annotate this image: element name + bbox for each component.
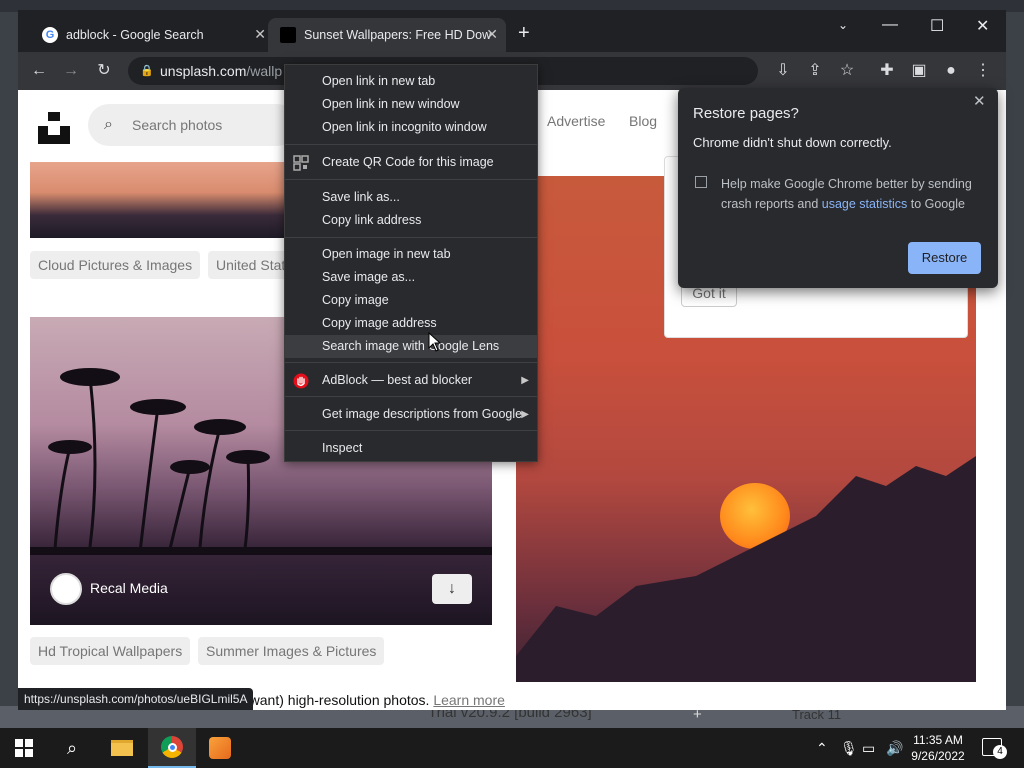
menu-copy-link-address[interactable]: Copy link address	[285, 209, 537, 232]
menu-open-link-new-window[interactable]: Open link in new window	[285, 93, 537, 116]
back-arrow-icon[interactable]: ←	[28, 60, 50, 82]
notification-center-icon[interactable]: 4	[982, 738, 1007, 759]
tab-strip: G adblock - Google Search ✕ Sunset Wallp…	[18, 10, 1006, 52]
file-explorer-icon[interactable]	[98, 728, 146, 768]
menu-open-link-incognito[interactable]: Open link in incognito window	[285, 116, 537, 139]
lock-icon: 🔒	[140, 65, 154, 77]
search-icon[interactable]: ⌕	[48, 728, 96, 768]
download-arrow-icon[interactable]: ↓	[432, 574, 472, 604]
install-app-icon[interactable]: ⇩	[772, 60, 794, 82]
search-input[interactable]: ⌕ Search photos	[88, 104, 298, 146]
new-tab-button[interactable]: +	[518, 22, 530, 45]
tab-adblock-search[interactable]: G adblock - Google Search ✕	[30, 18, 274, 52]
menu-adblock[interactable]: AdBlock — best ad blocker ▶	[285, 369, 537, 392]
close-tab-icon[interactable]: ✕	[254, 26, 266, 43]
submenu-arrow-icon: ▶	[521, 375, 529, 386]
url-path: /wallp	[246, 63, 283, 79]
menu-copy-image-address[interactable]: Copy image address	[285, 312, 537, 335]
restore-button[interactable]: Restore	[908, 242, 981, 274]
forward-arrow-icon[interactable]: →	[60, 60, 82, 82]
menu-save-link-as[interactable]: Save link as...	[285, 186, 537, 209]
tag-summer-images[interactable]: Summer Images & Pictures	[198, 637, 385, 665]
menu-create-qr-code[interactable]: Create QR Code for this image	[285, 151, 537, 174]
reload-icon[interactable]: ↻	[93, 60, 115, 82]
qr-code-icon	[293, 155, 309, 171]
usage-statistics-link[interactable]: usage statistics	[822, 197, 907, 211]
dialog-message: Chrome didn't shut down correctly.	[693, 135, 892, 150]
menu-separator	[285, 237, 537, 238]
mouse-cursor-icon	[428, 332, 442, 352]
tag-united-states[interactable]: United Stat	[208, 251, 294, 279]
menu-open-image-new-tab[interactable]: Open image in new tab	[285, 243, 537, 266]
menu-image-descriptions[interactable]: Get image descriptions from Google ▶	[285, 403, 537, 426]
tab-title: Sunset Wallpapers: Free HD Dow	[304, 28, 492, 42]
unsplash-logo-icon[interactable]	[38, 112, 70, 144]
author-avatar[interactable]	[50, 573, 82, 605]
system-clock[interactable]: 11:35 AM 9/26/2022	[908, 732, 968, 764]
tab-search-chevron-icon[interactable]: ⌄	[838, 18, 848, 32]
close-icon[interactable]: ✕	[973, 92, 986, 110]
menu-label: Get image descriptions from Google	[322, 407, 523, 421]
tab-sunset-wallpapers[interactable]: Sunset Wallpapers: Free HD Dow ✕	[268, 18, 506, 52]
microphone-icon[interactable]: 🎙	[840, 740, 858, 757]
sunset-photo-left[interactable]	[30, 162, 285, 238]
menu-separator	[285, 396, 537, 397]
dialog-title: Restore pages?	[693, 105, 799, 122]
author-name[interactable]: Recal Media	[90, 580, 168, 596]
network-icon[interactable]: ▭	[862, 740, 875, 757]
adblock-hand-icon	[293, 373, 309, 389]
notification-count-badge: 4	[993, 745, 1007, 759]
minimize-button[interactable]: —	[882, 16, 898, 34]
share-icon[interactable]: ⇪	[804, 60, 826, 82]
nav-link-blog[interactable]: Blog	[629, 113, 657, 129]
clock-time: 11:35 AM	[913, 733, 963, 747]
profile-avatar-icon[interactable]: ●	[940, 60, 962, 82]
fl-studio-icon[interactable]	[196, 728, 244, 768]
windows-taskbar: ⌕ ⌃ 🎙 ▭ 🔊 11:35 AM 9/26/2022 4	[0, 728, 1024, 768]
url-domain: unsplash.com	[160, 63, 247, 79]
extensions-puzzle-icon[interactable]: ✚	[876, 60, 898, 82]
close-tab-icon[interactable]: ✕	[486, 26, 498, 43]
show-hidden-icons-chevron-icon[interactable]: ⌃	[816, 740, 828, 757]
tab-title: adblock - Google Search	[66, 28, 204, 42]
maximize-button[interactable]: ☐	[930, 16, 944, 36]
nav-link-advertise[interactable]: Advertise	[547, 113, 605, 129]
menu-label: Create QR Code for this image	[322, 155, 494, 169]
crash-report-checkbox[interactable]	[695, 176, 707, 188]
side-panel-icon[interactable]: ▣	[908, 60, 930, 82]
clock-date: 9/26/2022	[911, 749, 965, 763]
menu-separator	[285, 179, 537, 180]
menu-inspect[interactable]: Inspect	[285, 437, 537, 460]
menu-copy-image[interactable]: Copy image	[285, 289, 537, 312]
menu-save-image-as[interactable]: Save image as...	[285, 266, 537, 289]
menu-separator	[285, 144, 537, 145]
checkbox-label: Help make Google Chrome better by sendin…	[721, 174, 986, 214]
chrome-taskbar-icon[interactable]	[148, 728, 196, 768]
search-placeholder: Search photos	[132, 117, 223, 133]
restore-pages-dialog: ✕ Restore pages? Chrome didn't shut down…	[678, 88, 998, 288]
chrome-menu-icon[interactable]: ⋮	[972, 60, 994, 82]
close-window-button[interactable]: ✕	[976, 16, 989, 36]
volume-icon[interactable]: 🔊	[886, 740, 903, 757]
google-favicon-icon: G	[42, 27, 58, 43]
windows-logo-icon	[15, 739, 33, 757]
menu-search-google-lens[interactable]: Search image with Google Lens	[285, 335, 537, 358]
status-bubble-url: https://unsplash.com/photos/ueBIGLmil5A	[18, 688, 254, 710]
menu-separator	[285, 430, 537, 431]
menu-label: AdBlock — best ad blocker	[322, 373, 473, 387]
start-button[interactable]	[0, 728, 48, 768]
context-menu: Open link in new tab Open link in new wi…	[284, 64, 538, 462]
bookmark-star-icon[interactable]: ☆	[836, 60, 858, 82]
tag-hd-tropical[interactable]: Hd Tropical Wallpapers	[30, 637, 191, 665]
tag-cloud-pictures[interactable]: Cloud Pictures & Images	[30, 251, 201, 279]
menu-separator	[285, 362, 537, 363]
search-icon: ⌕	[104, 116, 113, 133]
unsplash-favicon-icon	[280, 27, 296, 43]
menu-open-link-new-tab[interactable]: Open link in new tab	[285, 70, 537, 93]
learn-more-link[interactable]: Learn more	[433, 692, 505, 708]
submenu-arrow-icon: ▶	[521, 409, 529, 420]
checkbox-text-end: to Google	[910, 197, 965, 211]
